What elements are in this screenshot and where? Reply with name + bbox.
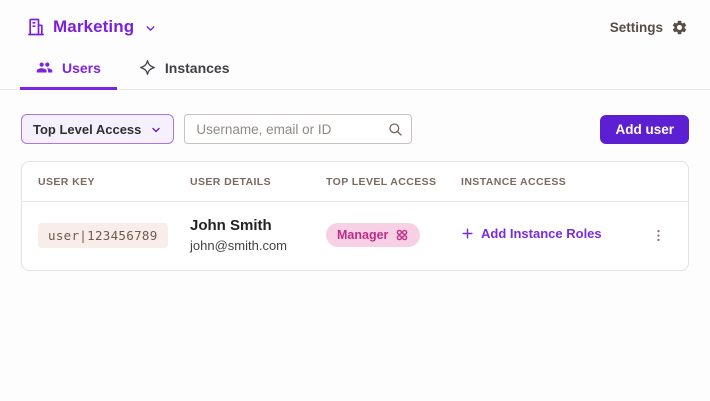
user-key-cell: user|123456789 (38, 222, 190, 248)
top-level-access-cell: Manager (326, 223, 461, 247)
roles-grid-icon (397, 229, 408, 241)
org-name: Marketing (53, 17, 135, 36)
search-field (184, 114, 413, 144)
search-icon[interactable] (387, 121, 403, 137)
top-header: Marketing Settings (0, 0, 710, 49)
kebab-menu-icon (656, 229, 660, 241)
add-instance-roles-link[interactable]: Add Instance Roles (461, 226, 602, 241)
user-name: John Smith (190, 217, 272, 234)
add-instance-roles-label: Add Instance Roles (481, 225, 602, 241)
search-input[interactable] (184, 114, 413, 144)
users-table: USER KEY USER DETAILS TOP LEVEL ACCESS I… (21, 161, 689, 271)
row-menu-button[interactable] (644, 221, 672, 249)
top-level-access-filter[interactable]: Top Level Access (21, 114, 175, 144)
role-badge-label: Manager (337, 228, 389, 242)
chevron-down-icon (152, 127, 161, 132)
settings-button[interactable]: Settings (610, 19, 688, 36)
tab-instances-label: Instances (164, 59, 230, 76)
filter-label: Top Level Access (33, 121, 142, 137)
org-switcher[interactable]: Marketing (26, 17, 157, 37)
column-instance-access: INSTANCE ACCESS (461, 176, 567, 188)
sparkle-icon (140, 60, 155, 75)
user-email: john@smith.com (190, 238, 288, 253)
user-management-page: Marketing Settings Users Instances Top L… (0, 0, 710, 401)
add-user-button[interactable]: Add user (600, 114, 689, 144)
tab-instances[interactable]: Instances (123, 49, 246, 90)
table-header-row: USER KEY USER DETAILS TOP LEVEL ACCESS I… (22, 162, 688, 201)
role-badge[interactable]: Manager (326, 223, 421, 247)
tab-users-label: Users (62, 59, 101, 76)
column-actions (636, 168, 672, 195)
users-group-icon (36, 62, 53, 73)
column-top-level-access: TOP LEVEL ACCESS (326, 176, 437, 188)
user-details-cell: John Smith john@smith.com (190, 217, 326, 253)
building-icon (28, 18, 44, 36)
user-key-badge: user|123456789 (38, 222, 168, 248)
column-user-key: USER KEY (38, 176, 95, 188)
column-user-details: USER DETAILS (190, 176, 272, 188)
plus-icon (462, 227, 473, 239)
toolbar: Top Level Access Add user (21, 114, 689, 144)
instance-access-cell: Add Instance Roles (461, 226, 636, 245)
settings-label: Settings (609, 19, 663, 35)
gear-icon (672, 20, 687, 34)
table-row: user|123456789 John Smith john@smith.com… (22, 201, 688, 270)
tab-users[interactable]: Users (20, 49, 117, 90)
tab-bar: Users Instances (0, 49, 710, 90)
chevron-down-icon (146, 25, 155, 31)
